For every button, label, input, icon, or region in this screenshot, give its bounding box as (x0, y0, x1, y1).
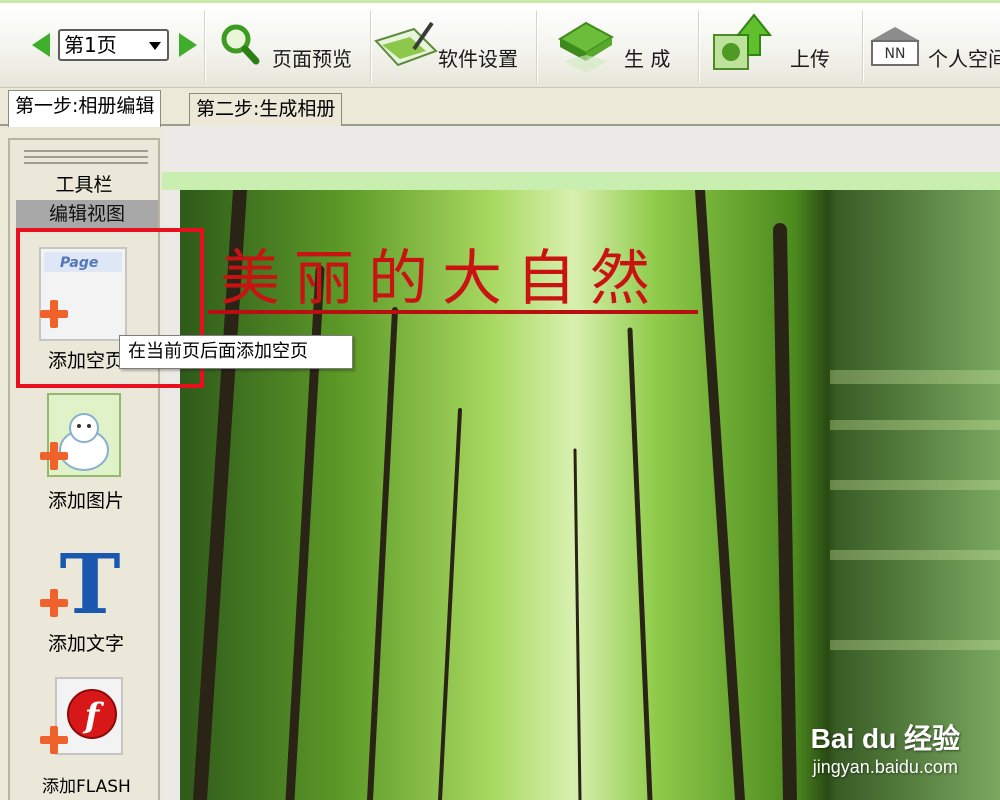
generate-book-icon (557, 21, 614, 73)
personal-space-icon: NN (870, 27, 920, 66)
plus-icon (40, 726, 68, 754)
page-select-value: 第1页 (64, 33, 117, 57)
baidu-watermark: Bai du 经验 jingyan.baidu.com (811, 717, 960, 778)
tab-album-edit[interactable]: 第一步:相册编辑 (8, 90, 162, 127)
toolbar-divider (536, 11, 538, 83)
add-image-button[interactable]: 添加图片 (30, 390, 160, 520)
add-text-label: 添加文字 (48, 633, 125, 655)
canvas-top-band (162, 172, 1000, 190)
panel-grip[interactable] (24, 150, 148, 152)
upload-label: 上传 (790, 47, 830, 71)
plus-icon (40, 442, 68, 470)
software-settings-button[interactable]: 软件设置 (374, 17, 534, 77)
personal-space-label: 个人空间 (928, 47, 1000, 71)
watermark-logo: Bai du 经验 (810, 723, 960, 754)
upload-button[interactable]: 上传 (710, 13, 850, 77)
tooltip: 在当前页后面添加空页 (119, 335, 353, 369)
generate-label: 生 成 (624, 47, 671, 71)
tool-panel-title: 工具栏 (55, 174, 113, 196)
add-flash-label: 添加FLASH (42, 777, 131, 797)
toolbar-divider (370, 11, 372, 83)
svg-text:NN: NN (885, 46, 906, 62)
add-image-label: 添加图片 (48, 490, 125, 512)
page-title-text[interactable]: 美丽的大自然 (220, 230, 664, 317)
step-tabs: 第一步:相册编辑 第二步:生成相册 (0, 88, 1000, 127)
edit-view-header: 编辑视图 (16, 200, 158, 228)
page-select[interactable]: 第1页 (58, 29, 169, 61)
next-page-arrow-icon[interactable] (179, 33, 197, 57)
upload-arrow-icon (713, 13, 772, 70)
previous-page-arrow-icon[interactable] (32, 33, 50, 57)
page-title-underline (208, 310, 698, 314)
toolbar-divider (862, 11, 864, 83)
add-text-button[interactable]: T 添加文字 (30, 545, 160, 665)
generate-button[interactable]: 生 成 (556, 17, 696, 77)
chevron-down-icon (149, 42, 161, 50)
panel-grip[interactable] (24, 156, 148, 158)
toolbar-divider (698, 11, 700, 83)
plus-icon (40, 589, 68, 617)
text-icon-glyph: T (59, 547, 120, 627)
magnifier-icon (221, 24, 260, 65)
album-page-photo[interactable]: 美丽的大自然 (180, 190, 1000, 800)
panel-grip[interactable] (24, 162, 148, 164)
editor-canvas: 美丽的大自然 Bai du 经验 jingyan.baidu.com (162, 126, 1000, 800)
settings-pen-icon (374, 21, 438, 67)
page-preview-button[interactable]: 页面预览 (220, 17, 368, 77)
top-toolbar: 第1页 页面预览 软件设置 生 成 上传 NN 个人空间 (0, 0, 1000, 88)
software-settings-label: 软件设置 (438, 47, 518, 71)
tab-generate-album[interactable]: 第二步:生成相册 (189, 93, 343, 127)
personal-space-button[interactable]: NN 个人空间 (868, 17, 1000, 77)
watermark-url: jingyan.baidu.com (812, 757, 958, 777)
add-flash-button[interactable]: f 添加FLASH (30, 674, 160, 800)
page-preview-label: 页面预览 (272, 47, 352, 71)
toolbar-divider (204, 11, 206, 83)
